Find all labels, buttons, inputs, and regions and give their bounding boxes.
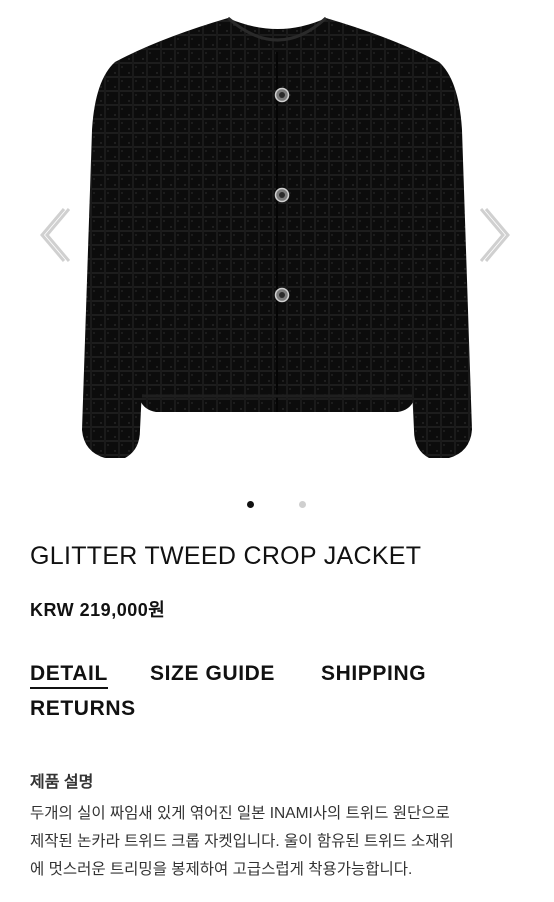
tab-detail[interactable]: DETAIL (30, 661, 108, 689)
slide-indicator (0, 501, 554, 511)
slide-dot-1[interactable] (247, 501, 254, 508)
description-body: 두개의 실이 짜임새 있게 엮어진 일본 INAMI사의 트위드 원단으로 제작… (30, 800, 530, 884)
chevron-right-icon (479, 208, 510, 262)
product-title: GLITTER TWEED CROP JACKET (30, 542, 422, 570)
description-line: 두개의 실이 짜임새 있게 엮어진 일본 INAMI사의 트위드 원단으로 (30, 805, 450, 822)
description-line: 에 멋스러운 트리밍을 봉제하여 고급스럽게 착용가능합니다. (30, 861, 413, 878)
tab-shipping[interactable]: SHIPPING (321, 661, 426, 687)
description-line: 제작된 논카라 트위드 크롭 자켓입니다. 울이 함유된 트위드 소재위 (30, 833, 454, 850)
product-image-gallery[interactable] (0, 0, 554, 520)
next-slide-button[interactable] (479, 205, 514, 265)
product-price: KRW 219,000원 (30, 600, 166, 620)
tab-returns[interactable]: RETURNS (30, 696, 136, 722)
slide-dot-2[interactable] (299, 501, 306, 508)
product-photo (82, 16, 472, 458)
prev-slide-button[interactable] (36, 205, 71, 265)
chevron-left-icon (40, 208, 71, 262)
description-heading: 제품 설명 (30, 774, 94, 791)
tab-size-guide[interactable]: SIZE GUIDE (150, 661, 275, 687)
